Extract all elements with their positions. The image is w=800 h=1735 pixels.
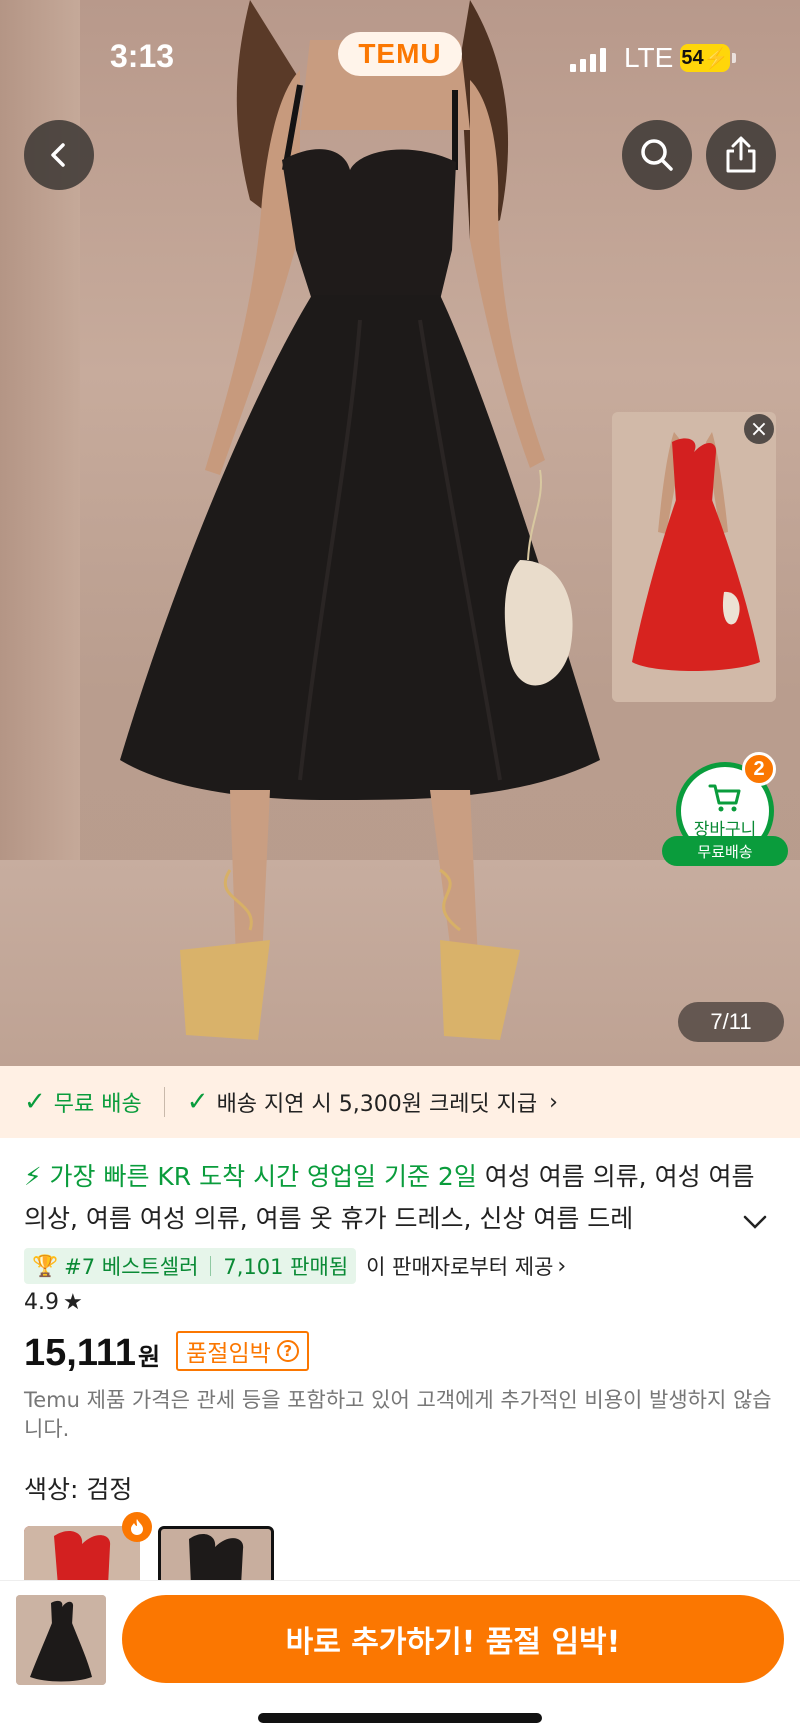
delay-credit-item[interactable]: ✓ 배송 지연 시 5,300원 크레딧 지급 ›: [187, 1086, 558, 1118]
color-swatch-black[interactable]: [158, 1526, 274, 1586]
star-icon: ★: [63, 1290, 83, 1315]
rating-value: 4.9: [24, 1290, 59, 1315]
search-icon: [641, 139, 673, 171]
chevron-right-icon: ›: [549, 1089, 558, 1115]
battery-icon: 54 ⚡: [680, 44, 730, 72]
rating[interactable]: 4.9 ★: [24, 1290, 83, 1315]
trophy-icon: 🏆: [32, 1253, 59, 1278]
share-button[interactable]: [706, 120, 776, 190]
search-button[interactable]: [622, 120, 692, 190]
bestseller-badge: 🏆 #7 베스트셀러 7,101 판매됨: [24, 1248, 357, 1284]
cart-icon: [708, 784, 741, 811]
fast-delivery-text: 가장 빠른 KR 도착 시간 영업일 기준 2일: [49, 1162, 477, 1191]
shipping-banner[interactable]: ✓ 무료 배송 ✓ 배송 지연 시 5,300원 크레딧 지급 ›: [0, 1066, 800, 1138]
bottom-action-bar: 바로 추가하기! 품절 임박!: [0, 1580, 800, 1735]
network-type: LTE: [624, 42, 674, 73]
thumbnail-image: [16, 1595, 106, 1685]
price-note: Temu 제품 가격은 관세 등을 포함하고 있어 고객에게 추가적인 비용이 …: [24, 1388, 772, 1441]
close-preview-button[interactable]: ×: [744, 414, 774, 444]
cart-free-shipping-label: 무료배송: [662, 836, 788, 866]
swatch-image: [24, 1526, 140, 1586]
seller-link[interactable]: 이 판매자로부터 제공: [366, 1251, 553, 1281]
almost-soldout-text: 품절임박: [186, 1341, 271, 1367]
check-icon: ✓: [24, 1087, 46, 1117]
price-currency: 원: [138, 1343, 161, 1371]
free-shipping-text: 무료 배송: [53, 1092, 142, 1117]
battery-level: 54: [681, 46, 704, 69]
swatch-image: [161, 1529, 271, 1583]
help-icon: ?: [276, 1340, 299, 1362]
chevron-right-icon: ›: [557, 1253, 567, 1279]
almost-soldout-tag[interactable]: 품절임박 ?: [176, 1331, 309, 1371]
price-row: 15,111 원 품절임박 ?: [24, 1331, 309, 1375]
lightning-icon: ⚡: [24, 1162, 50, 1191]
bestseller-rank: #7 베스트셀러: [64, 1255, 199, 1279]
divider: [210, 1256, 212, 1276]
flame-icon: [122, 1512, 152, 1542]
battery-tip: [732, 53, 736, 63]
variant-preview-image: [612, 412, 776, 702]
status-time: 3:13: [110, 38, 175, 74]
variant-preview-red[interactable]: [612, 412, 776, 702]
chevron-left-icon: [51, 143, 65, 167]
seller-row[interactable]: 🏆 #7 베스트셀러 7,101 판매됨 이 판매자로부터 제공 ›: [24, 1248, 566, 1284]
delay-credit-text: 배송 지연 시 5,300원 크레딧 지급: [216, 1092, 538, 1117]
selected-variant-thumbnail[interactable]: [16, 1595, 106, 1685]
sold-count: 7,101 판매됨: [223, 1255, 349, 1279]
cart-count-badge: 2: [742, 752, 776, 786]
price-value: 15,111: [24, 1332, 137, 1374]
free-shipping-item: ✓ 무료 배송: [24, 1086, 142, 1118]
image-counter: 7/11: [678, 1002, 784, 1042]
share-icon: [726, 136, 756, 173]
signal-icon: [570, 46, 606, 72]
expand-title-chevron-icon[interactable]: [742, 1208, 768, 1236]
product-title[interactable]: ⚡ 가장 빠른 KR 도착 시간 영업일 기준 2일 여성 여름 의류, 여성 …: [24, 1156, 764, 1240]
status-bar: 3:13 TEMU LTE 54 ⚡: [0, 0, 800, 118]
check-icon: ✓: [186, 1087, 209, 1117]
divider: [163, 1087, 165, 1117]
back-button[interactable]: [24, 120, 94, 190]
home-indicator: [258, 1713, 542, 1723]
color-swatch-red[interactable]: [24, 1526, 140, 1586]
app-logo[interactable]: TEMU: [338, 32, 462, 76]
add-to-cart-button[interactable]: 바로 추가하기! 품절 임박!: [122, 1595, 784, 1683]
color-label: 색상: 검정: [24, 1475, 133, 1504]
